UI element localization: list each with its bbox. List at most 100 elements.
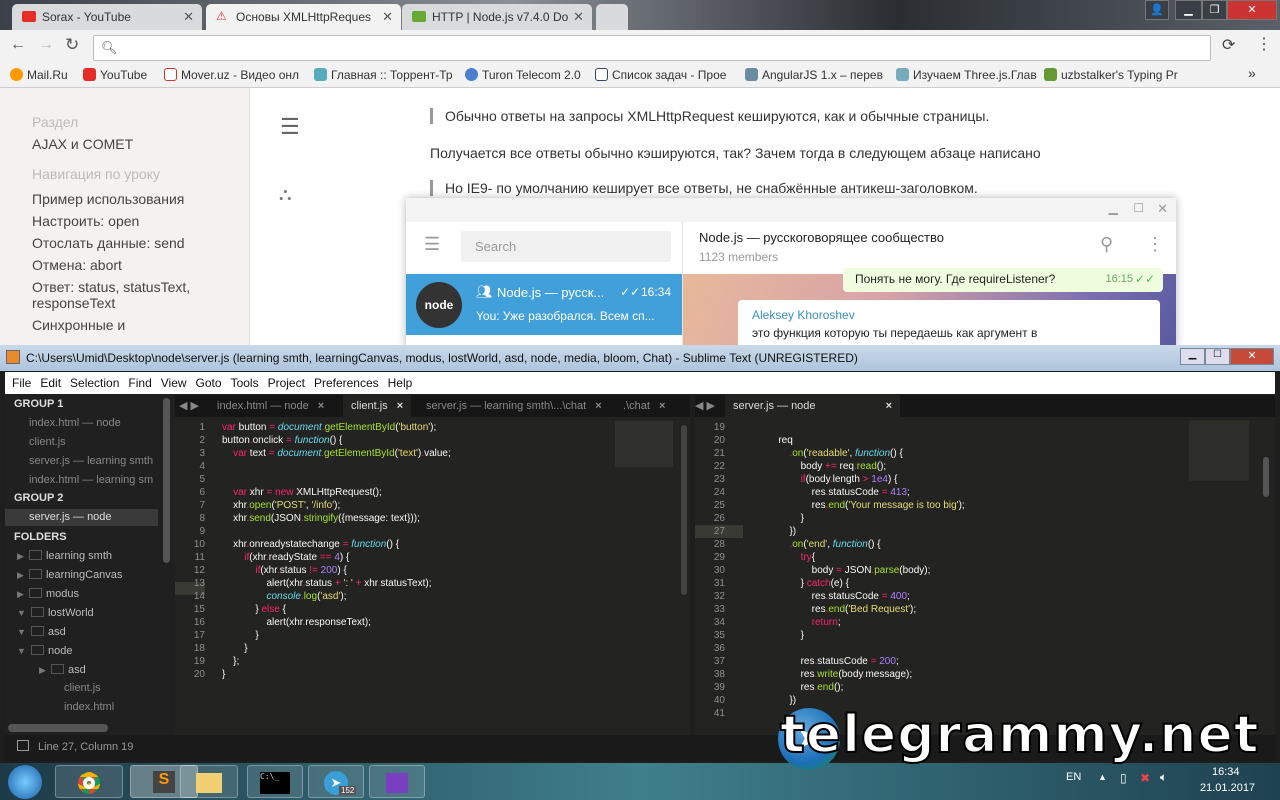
menu-icon[interactable]: ☰ (280, 114, 300, 140)
close-button[interactable]: ✕ (1157, 201, 1168, 217)
menu-kebab-icon[interactable]: ⋮ (1256, 34, 1272, 54)
code-line[interactable]: var xhr = new XMLHttpRequest(); (222, 486, 382, 499)
code-line[interactable]: } (222, 668, 225, 681)
maximize-button[interactable]: ☐ (1205, 348, 1230, 365)
restore-button[interactable]: ❐ (1202, 0, 1227, 20)
menu-find[interactable]: Find (121, 372, 151, 390)
code-line[interactable]: } (745, 512, 804, 525)
back-icon[interactable]: ← (10, 36, 26, 54)
file-item[interactable]: index.html (64, 701, 114, 713)
code-line[interactable]: xhr.open('POST', '/info'); (222, 499, 340, 512)
folder-item[interactable]: ▼ lostWorld (17, 607, 94, 619)
code-line[interactable]: try{ (745, 551, 815, 564)
code-line[interactable]: } (745, 629, 804, 642)
clock-date[interactable]: 21.01.2017 (1200, 782, 1255, 794)
cmd-taskbar-icon[interactable]: C:\_ (247, 765, 303, 798)
tab-scroll-arrows-icon[interactable]: ◀ ▶ (179, 399, 199, 412)
code-line[interactable]: .on('end', function() { (745, 538, 880, 551)
code-line[interactable]: return; (745, 616, 841, 629)
folder-item[interactable]: ▶ modus (17, 588, 79, 600)
code-line[interactable]: if(xhr.status != 200) { (222, 564, 346, 577)
more-bookmarks-button[interactable]: » (1248, 65, 1256, 81)
video-editor-taskbar-icon[interactable] (369, 765, 425, 798)
code-line[interactable]: body += req.read(); (745, 460, 887, 473)
bookmark[interactable]: Turon Telecom 2.0 (465, 68, 581, 82)
bookmark[interactable]: Mail.Ru (10, 68, 68, 82)
minimize-button[interactable]: ▁ (1109, 201, 1118, 215)
close-tab-icon[interactable]: ✕ (573, 9, 584, 25)
nav-link[interactable]: Настроить: open (32, 213, 249, 229)
code-line[interactable]: req (745, 434, 792, 447)
code-line[interactable]: } else { (222, 603, 286, 616)
bookmark[interactable]: AngularJS 1.x – перев (745, 68, 883, 82)
code-line[interactable]: }) (745, 525, 796, 538)
code-line[interactable]: res.statusCode = 413; (745, 486, 910, 499)
close-tab-icon[interactable]: ✕ (183, 9, 194, 25)
panel-toggle-icon[interactable] (17, 740, 29, 751)
code-line[interactable]: xhr.onreadystatechange = function() { (222, 538, 399, 551)
device-icon[interactable]: ▯ (1120, 771, 1127, 785)
nav-link[interactable]: Отмена: abort (32, 257, 249, 273)
open-file[interactable]: index.html — node (29, 417, 121, 429)
bookmark[interactable]: uzbstalker's Typing Pr (1044, 68, 1178, 82)
folder-item[interactable]: ▼ asd (17, 626, 66, 638)
vertical-scrollbar[interactable] (681, 425, 687, 595)
sitemap-icon[interactable]: ⛬ (279, 184, 292, 205)
menu-icon[interactable]: ☰ (424, 234, 440, 255)
open-file[interactable]: server.js — learning smth (29, 455, 153, 467)
volume-icon[interactable]: 🔈︎ (1160, 770, 1167, 785)
search-input[interactable]: Search (461, 231, 671, 262)
tab[interactable]: server.js — learning smth\...\chat × (418, 395, 610, 417)
open-file[interactable]: client.js (29, 436, 66, 448)
code-line[interactable]: } catch(e) { (745, 577, 849, 590)
code-line[interactable]: res.statusCode = 400; (745, 590, 910, 603)
menu-edit[interactable]: Edit (33, 372, 61, 390)
code-line[interactable]: console.log('asd'); (222, 590, 346, 603)
minimap[interactable] (1189, 421, 1249, 481)
menu-view[interactable]: View (154, 372, 187, 390)
code-line[interactable]: res.end('Your message is too big'); (745, 499, 965, 512)
horizontal-scrollbar[interactable] (8, 724, 108, 732)
code-line[interactable]: } (222, 642, 247, 655)
forward-icon[interactable]: → (38, 36, 54, 54)
tab[interactable]: .\chat × (615, 395, 673, 417)
code-line[interactable]: res.statusCode = 200; (745, 655, 899, 668)
code-line[interactable]: var text = document.getElementById('text… (222, 447, 451, 460)
code-line[interactable]: body = JSON.parse(body); (745, 564, 931, 577)
folder-item[interactable]: ▼ node (17, 645, 72, 657)
browser-tab-youtube[interactable]: Sorax - YouTube ✕ (12, 4, 202, 30)
tab-active[interactable]: client.js × (343, 395, 412, 417)
nav-link[interactable]: Синхронные и (32, 317, 249, 333)
chrome-taskbar-icon[interactable] (55, 765, 123, 798)
bookmark[interactable]: Главная :: Торрент-Тр (314, 68, 453, 82)
code-line[interactable]: if(body.length > 1e4) { (745, 473, 898, 486)
menu-help[interactable]: Help (381, 372, 413, 390)
code-line[interactable]: alert(xhr.status + ': ' + xhr.statusText… (222, 577, 431, 590)
minimize-button[interactable]: ▁ (1175, 0, 1202, 20)
open-file-active[interactable]: server.js — node (29, 511, 112, 523)
menu-file[interactable]: File (5, 372, 31, 390)
code-line[interactable]: res.end('Bed Request'); (745, 603, 916, 616)
menu-tools[interactable]: Tools (224, 372, 259, 390)
open-file[interactable]: index.html — learning sm (29, 474, 153, 486)
maximize-button[interactable]: ☐ (1133, 201, 1144, 215)
code-line[interactable]: button.onclick = function() { (222, 434, 342, 447)
code-line[interactable]: } (222, 629, 258, 642)
menu-preferences[interactable]: Preferences (307, 372, 379, 390)
bookmark[interactable]: YouTube (83, 68, 147, 82)
menu-project[interactable]: Project (261, 372, 305, 390)
code-line[interactable]: res.write(body.message); (745, 668, 913, 681)
bookmark[interactable]: Изучаем Three.js.Глав (896, 68, 1037, 82)
search-icon[interactable]: ⚲ (1100, 234, 1113, 255)
explorer-taskbar-icon[interactable] (180, 765, 238, 798)
dialog-item[interactable]: node 👥︎ Node.js — русск... ✓✓ 16:34 You:… (406, 274, 682, 335)
close-tab-icon[interactable]: ✕ (382, 9, 393, 25)
vertical-scrollbar[interactable] (1263, 457, 1269, 497)
clock-time[interactable]: 16:34 (1212, 766, 1240, 778)
code-line[interactable]: .on('readable', function() { (745, 447, 902, 460)
browser-tab-xhr[interactable]: ⚠ Основы XMLHttpReques ✕ (206, 4, 401, 30)
minimize-button[interactable]: ▁ (1180, 348, 1205, 365)
new-tab-button[interactable] (596, 4, 628, 30)
tab-scroll-arrows-icon[interactable]: ▼ ◀ ▶ (695, 399, 715, 412)
file-item[interactable]: client.js (64, 682, 101, 694)
